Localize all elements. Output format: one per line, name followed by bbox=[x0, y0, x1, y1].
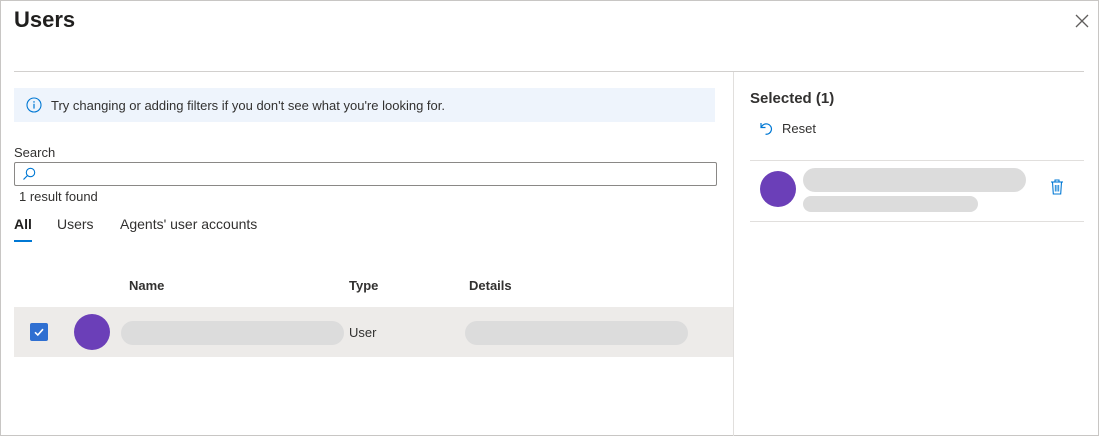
users-dialog: Users Try changing or adding filters if … bbox=[0, 0, 1099, 436]
remove-selected-button[interactable] bbox=[1049, 178, 1065, 196]
tab-users[interactable]: Users bbox=[57, 216, 94, 232]
selected-title: Selected (1) bbox=[750, 90, 835, 107]
reset-button[interactable]: Reset bbox=[758, 117, 816, 139]
reset-label: Reset bbox=[782, 120, 816, 136]
result-count: 1 result found bbox=[19, 189, 98, 204]
tab-all[interactable]: All bbox=[14, 216, 32, 232]
selected-list-divider-bottom bbox=[750, 221, 1084, 222]
column-header-type[interactable]: Type bbox=[349, 278, 378, 293]
name-placeholder bbox=[121, 321, 344, 345]
details-placeholder bbox=[465, 321, 688, 345]
panel-divider bbox=[733, 72, 734, 436]
search-label: Search bbox=[14, 145, 56, 160]
selected-avatar bbox=[760, 171, 796, 207]
dialog-title: Users bbox=[14, 7, 76, 32]
info-message-text: Try changing or adding filters if you do… bbox=[51, 97, 445, 113]
header-divider bbox=[14, 71, 1084, 72]
search-icon bbox=[23, 167, 36, 180]
tab-agents-user-accounts[interactable]: Agents' user accounts bbox=[120, 216, 257, 232]
search-box[interactable] bbox=[14, 162, 717, 186]
selected-list-divider-top bbox=[750, 160, 1084, 161]
column-header-name[interactable]: Name bbox=[129, 278, 164, 293]
trash-icon bbox=[1051, 179, 1063, 195]
close-icon bbox=[1075, 14, 1089, 28]
info-message-bar: Try changing or adding filters if you do… bbox=[14, 88, 715, 122]
row-checkbox[interactable] bbox=[30, 323, 48, 341]
avatar bbox=[74, 314, 110, 350]
table-row[interactable]: User bbox=[14, 307, 733, 357]
column-header-details[interactable]: Details bbox=[469, 278, 512, 293]
undo-icon bbox=[760, 123, 773, 135]
checkmark-icon bbox=[34, 328, 44, 337]
selected-detail-placeholder bbox=[803, 196, 978, 212]
active-tab-indicator bbox=[14, 240, 32, 242]
info-icon bbox=[26, 97, 42, 113]
selected-name-placeholder bbox=[803, 168, 1026, 192]
type-cell: User bbox=[349, 325, 377, 340]
search-input[interactable] bbox=[39, 165, 709, 183]
close-button[interactable] bbox=[1073, 12, 1091, 30]
